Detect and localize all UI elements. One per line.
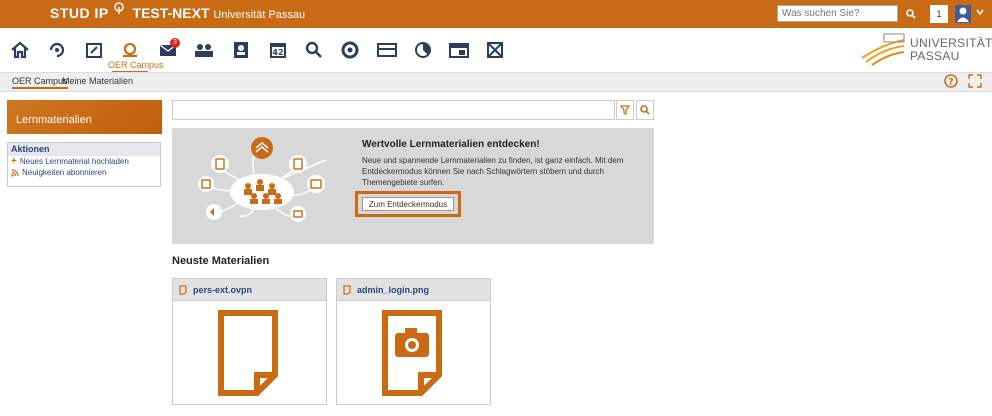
admin-icon — [449, 43, 469, 58]
learning-network-illustration — [198, 137, 327, 222]
lifesaver-icon — [341, 41, 359, 59]
material-card-header: admin_login.png — [337, 279, 490, 301]
tab-meine-materialien[interactable]: Meine Materialien — [62, 76, 133, 86]
material-card[interactable]: pers-ext.ovpn — [172, 278, 327, 405]
payment-icon — [377, 43, 397, 57]
user-icon — [957, 7, 969, 22]
material-card[interactable]: admin_login.png — [336, 278, 491, 405]
help-icon[interactable]: ? — [944, 74, 958, 88]
nav-dashboard[interactable] — [483, 38, 507, 62]
banner-text: Neue und spannende Lernmaterialien zu fi… — [362, 156, 624, 187]
nav-calendar[interactable]: 42 — [266, 38, 290, 62]
tab-bar: OER Campus Meine Materialien — [0, 72, 992, 92]
brand-name: TEST-NEXT — [132, 5, 210, 21]
nav-home[interactable] — [8, 38, 32, 62]
banner-title: Wertvolle Lernmaterialien entdecken! — [362, 139, 540, 150]
main-navigation: OER Campus 3 42 — [0, 28, 992, 73]
calendar-day: 42 — [272, 48, 283, 57]
nav-stats[interactable] — [411, 38, 435, 62]
discovery-mode-button[interactable]: Zum Entdeckermodus — [362, 197, 454, 211]
nav-search[interactable] — [302, 38, 326, 62]
nav-courses[interactable] — [82, 38, 106, 62]
material-card-header: pers-ext.ovpn — [173, 279, 326, 301]
discovery-banner: Wertvolle Lernmaterialien entdecken! Neu… — [172, 128, 654, 244]
material-title[interactable]: pers-ext.ovpn — [193, 285, 252, 295]
activity-icon — [49, 42, 65, 58]
nav-payment[interactable] — [375, 38, 399, 62]
university-name-line1: UNIVERSITÄT — [910, 36, 992, 50]
tab-oer-campus[interactable]: OER Campus — [12, 76, 68, 89]
plus-icon: + — [11, 155, 17, 167]
rss-icon — [11, 168, 19, 177]
oer-campus-icon — [123, 42, 137, 58]
action-subscribe-label: Neuigkeiten abonnieren — [22, 168, 107, 177]
profile-icon — [234, 42, 248, 58]
nav-help-center[interactable] — [338, 38, 362, 62]
nav-activity[interactable] — [45, 38, 69, 62]
stats-icon — [415, 42, 431, 58]
filter-icon — [620, 105, 630, 115]
studip-logo-mark-icon — [113, 2, 124, 14]
actions-title: Aktionen — [8, 143, 160, 156]
calendar-icon: 42 — [270, 43, 286, 58]
global-search-button[interactable] — [901, 5, 921, 23]
chevron-down-icon[interactable] — [976, 8, 984, 16]
highlight-frame: Zum Entdeckermodus — [355, 191, 461, 217]
filter-button[interactable] — [616, 100, 634, 120]
university-logo-icon — [861, 33, 905, 66]
material-search-input[interactable] — [172, 100, 615, 120]
sidebar-title: Lernmaterialien — [7, 100, 162, 134]
brand[interactable]: STUD IP TEST-NEXT Universität Passau — [50, 2, 306, 21]
search-icon — [906, 9, 916, 19]
image-file-icon — [382, 310, 442, 396]
file-icon — [218, 310, 278, 396]
studip-logo: STUD IP — [50, 5, 109, 21]
nav-oer-campus[interactable] — [118, 38, 142, 62]
home-icon — [11, 41, 29, 59]
nav-community[interactable] — [192, 38, 216, 62]
nav-admin[interactable] — [447, 38, 471, 62]
material-title[interactable]: admin_login.png — [357, 285, 429, 295]
action-upload-label: Neues Lernmaterial hochladen — [19, 157, 129, 166]
search-icon — [640, 105, 650, 115]
avatar[interactable] — [955, 5, 971, 23]
action-upload-material[interactable]: + Neues Lernmaterial hochladen — [8, 156, 160, 167]
message-badge: 3 — [170, 38, 180, 48]
brand-subtitle: Universität Passau — [213, 9, 306, 21]
notification-counter[interactable]: 1 — [930, 5, 948, 23]
global-search-input[interactable] — [777, 5, 898, 22]
dashboard-icon — [487, 42, 503, 58]
community-icon — [195, 44, 213, 57]
svg-text:?: ? — [948, 78, 953, 88]
actions-widget: Aktionen + Neues Lernmaterial hochladen … — [7, 142, 161, 187]
courses-icon — [86, 43, 102, 58]
top-bar: STUD IP TEST-NEXT Universität Passau 1 — [0, 0, 992, 28]
material-search-button[interactable] — [636, 100, 654, 120]
fullscreen-icon[interactable] — [968, 74, 982, 88]
nav-profile[interactable] — [229, 38, 253, 62]
search-icon — [305, 41, 322, 58]
file-icon — [343, 284, 351, 295]
newest-materials-title: Neuste Materialien — [172, 255, 270, 267]
file-icon — [179, 284, 187, 295]
university-name-line2: PASSAU — [910, 49, 960, 63]
action-subscribe-news[interactable]: Neuigkeiten abonnieren — [8, 167, 160, 178]
